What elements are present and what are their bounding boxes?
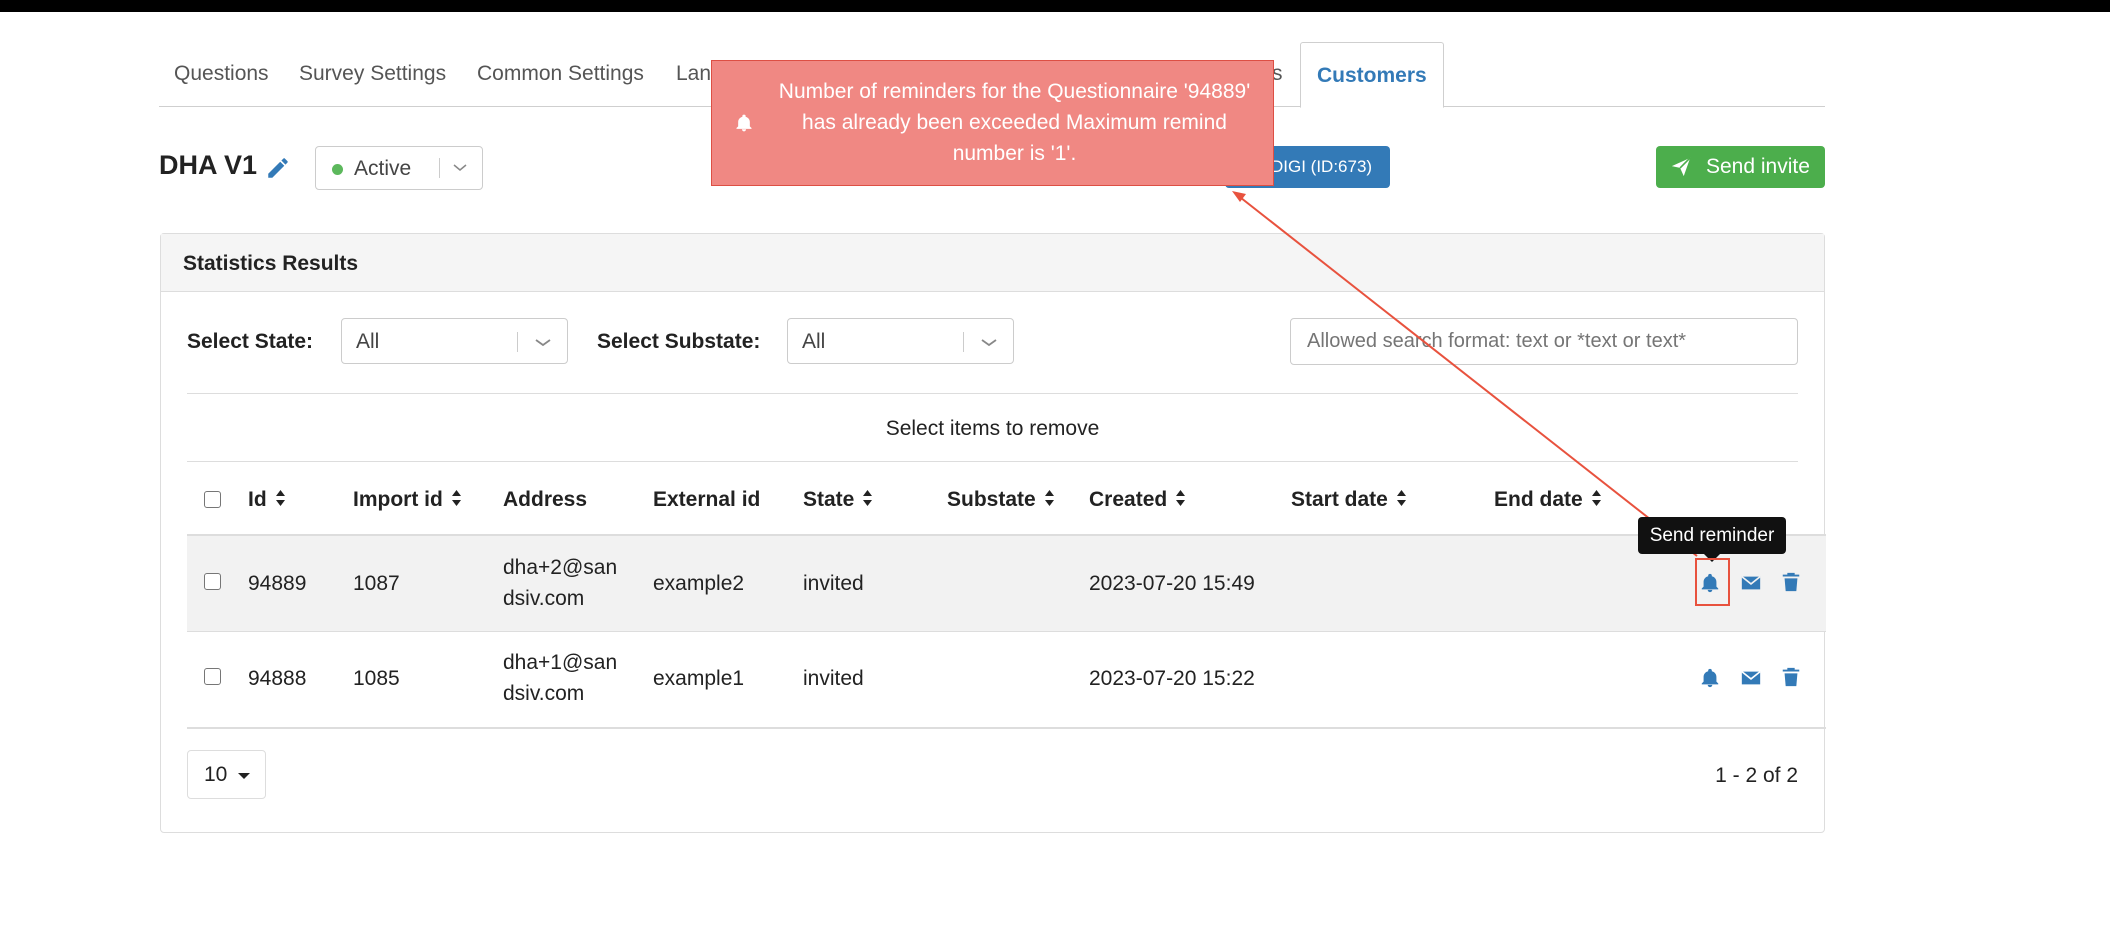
column-header-end-date[interactable]: End date	[1494, 488, 1602, 512]
tab-customers[interactable]: Customers	[1300, 42, 1444, 108]
envelope-icon[interactable]	[1740, 572, 1762, 594]
sort-icon	[863, 490, 873, 507]
table-row: 94888 1085 dha+1@san dsiv.com example1 i…	[187, 632, 1826, 727]
cell-address-line2: dsiv.com	[503, 587, 585, 610]
substate-filter-value: All	[802, 330, 826, 353]
state-filter-label: Select State:	[187, 330, 314, 353]
status-dot	[332, 164, 343, 175]
chevron-down-icon	[535, 339, 551, 347]
send-invite-label: Send invite	[1706, 155, 1810, 178]
substate-filter-select[interactable]: All	[787, 318, 1014, 364]
trash-icon[interactable]	[1780, 666, 1802, 688]
notification-message: Number of reminders for the Questionnair…	[778, 80, 1251, 165]
column-header-substate[interactable]: Substate	[947, 488, 1055, 512]
edit-icon[interactable]	[265, 155, 291, 181]
row-divider	[187, 727, 1826, 729]
send-reminder-tooltip: Send reminder	[1638, 517, 1786, 562]
divider	[187, 461, 1798, 462]
cell-id: 94888	[248, 667, 307, 690]
send-icon	[1671, 157, 1691, 177]
status-value: Active	[354, 157, 412, 180]
top-bar	[0, 0, 2110, 12]
state-filter-select[interactable]: All	[341, 318, 568, 364]
sort-icon	[1044, 490, 1054, 507]
envelope-icon[interactable]	[1740, 667, 1762, 689]
column-header-start-date[interactable]: Start date	[1291, 488, 1407, 512]
cell-created: 2023-07-20 15:49	[1089, 572, 1255, 595]
send-invite-button[interactable]: Send invite	[1656, 146, 1825, 188]
statistics-panel: Statistics Results Select State: All Sel…	[160, 233, 1826, 833]
column-header-label: Import id	[353, 488, 443, 511]
column-header-label: Created	[1089, 488, 1168, 511]
panel-title: Statistics Results	[183, 252, 359, 275]
cell-import-id: 1085	[353, 667, 400, 690]
cell-created: 2023-07-20 15:22	[1089, 667, 1255, 690]
panel-header: Statistics Results	[161, 234, 1824, 292]
column-header-label: Id	[248, 488, 267, 511]
column-header-id[interactable]: Id	[248, 488, 286, 512]
search-input[interactable]	[1290, 318, 1798, 365]
chevron-down-icon	[453, 164, 467, 171]
cell-address-line1: dha+1@san	[503, 651, 618, 674]
table-row: 94889 1087 dha+2@san dsiv.com example2 i…	[187, 536, 1826, 631]
cell-external-id: example2	[653, 572, 745, 595]
column-header-label: End date	[1494, 488, 1583, 511]
column-header-state[interactable]: State	[803, 488, 873, 512]
select-all-checkbox[interactable]	[204, 491, 221, 508]
bell-icon[interactable]	[1699, 667, 1721, 689]
remove-hint: Select items to remove	[885, 417, 1100, 440]
page-size-select[interactable]: 10	[187, 750, 266, 799]
tab-questions[interactable]: Questions	[174, 41, 269, 107]
row-checkbox[interactable]	[204, 573, 221, 590]
select-divider	[439, 158, 440, 178]
sort-icon	[451, 490, 461, 507]
error-notification: Number of reminders for the Questionnair…	[711, 60, 1274, 186]
pagination-info: 1 - 2 of 2	[1715, 764, 1798, 787]
substate-filter-label: Select Substate:	[597, 330, 761, 353]
annotation-highlight-box	[1695, 558, 1730, 606]
column-header-label: Substate	[947, 488, 1036, 511]
tab-survey-settings[interactable]: Survey Settings	[299, 41, 446, 107]
tab-languages[interactable]: Lan	[676, 41, 711, 107]
trash-icon[interactable]	[1780, 571, 1802, 593]
caret-down-icon	[238, 773, 250, 779]
cell-address-line2: dsiv.com	[503, 682, 585, 705]
bell-icon	[736, 114, 752, 132]
cell-import-id: 1087	[353, 572, 400, 595]
select-divider	[963, 332, 964, 352]
cell-address-line1: dha+2@san	[503, 556, 618, 579]
cell-state: invited	[803, 572, 864, 595]
cell-external-id: example1	[653, 667, 745, 690]
chevron-down-icon	[981, 339, 997, 347]
status-select[interactable]: Active	[315, 146, 483, 190]
select-divider	[517, 332, 518, 352]
tab-common-settings[interactable]: Common Settings	[477, 41, 644, 107]
cell-id: 94889	[248, 572, 307, 595]
column-header-import-id[interactable]: Import id	[353, 488, 462, 512]
column-header-created[interactable]: Created	[1089, 488, 1186, 512]
state-filter-value: All	[356, 330, 380, 353]
column-header-external-id: External id	[653, 488, 761, 511]
page-title: DHA V1	[159, 150, 258, 180]
sort-icon	[1396, 490, 1406, 507]
column-header-label: Start date	[1291, 488, 1388, 511]
column-header-label: State	[803, 488, 855, 511]
cell-state: invited	[803, 667, 864, 690]
sort-icon	[1591, 490, 1601, 507]
divider	[187, 393, 1798, 394]
sort-icon	[1176, 490, 1186, 507]
page-size-value: 10	[204, 763, 228, 786]
row-checkbox[interactable]	[204, 668, 221, 685]
column-header-address: Address	[503, 488, 588, 511]
sort-icon	[275, 490, 285, 507]
